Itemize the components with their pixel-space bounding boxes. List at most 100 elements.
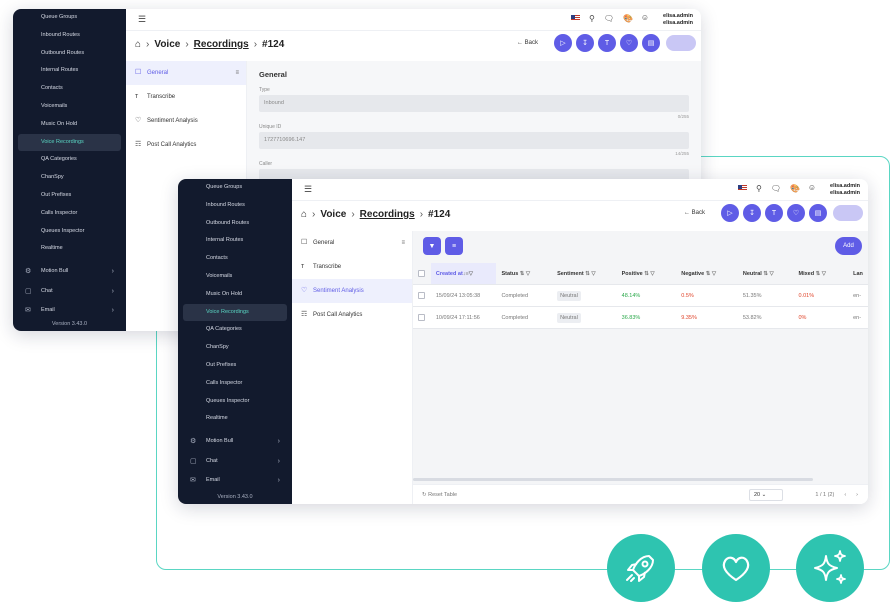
sidebar-item[interactable]: Queues Inspector xyxy=(13,223,126,241)
breadcrumb-section[interactable]: Voice xyxy=(154,39,180,50)
search-icon[interactable]: ⚲ xyxy=(589,14,595,23)
column-header[interactable]: Negative ⇅ ▽ xyxy=(676,271,738,277)
user-icon[interactable]: ☺ xyxy=(808,183,816,192)
sidebar-item[interactable]: Internal Routes xyxy=(13,62,126,80)
field-input[interactable]: 1727710696.147 xyxy=(259,132,689,149)
transcribe-icon[interactable]: T xyxy=(765,204,783,222)
back-button[interactable]: ← Back xyxy=(684,210,705,216)
column-header[interactable]: Status ⇅ ▽ xyxy=(496,271,552,277)
sidebar-item[interactable]: Voicemails xyxy=(178,268,292,286)
sidebar-item[interactable]: Voice Recordings xyxy=(18,133,121,152)
sidebar-item[interactable]: Calls Inspector xyxy=(178,375,292,393)
nav-item[interactable]: ☐ General ≡ xyxy=(126,61,246,85)
sort-icon[interactable]: ⇅ xyxy=(704,271,712,277)
sidebar-item[interactable]: QA Categories xyxy=(13,151,126,169)
table-row[interactable]: 15/09/24 13:05:38 Completed Neutral 48.14% 0… xyxy=(413,285,868,307)
sidebar-item[interactable]: Contacts xyxy=(178,250,292,268)
sidebar-item[interactable]: Calls Inspector xyxy=(13,205,126,223)
home-icon[interactable]: ⌂ xyxy=(135,39,141,50)
sidebar-item[interactable]: Outbound Routes xyxy=(178,215,292,233)
save-button[interactable] xyxy=(666,35,696,51)
field-input[interactable]: Inbound xyxy=(259,95,689,112)
sidebar-item[interactable]: Queues Inspector xyxy=(178,393,292,411)
sidebar-group[interactable]: ⚙ Motion Bull › xyxy=(178,432,292,452)
filter-icon[interactable]: ▽ xyxy=(469,271,473,277)
download-icon[interactable]: ↧ xyxy=(576,34,594,52)
chart-icon[interactable]: ▤ xyxy=(809,204,827,222)
add-button[interactable]: Add xyxy=(835,237,862,255)
column-header[interactable]: Positive ⇅ ▽ xyxy=(617,271,677,277)
sidebar-group[interactable]: ✉ Email › xyxy=(178,471,292,491)
per-page-select[interactable]: 20 ⌄ xyxy=(749,489,783,501)
sidebar-item[interactable]: Queue Groups xyxy=(13,9,126,27)
horizontal-scrollbar[interactable] xyxy=(413,478,813,481)
sidebar-item[interactable]: Out Prefixes xyxy=(13,187,126,205)
sidebar-item[interactable]: ChanSpy xyxy=(13,169,126,187)
breadcrumb-page[interactable]: Recordings xyxy=(360,209,415,220)
filter-icon[interactable]: ▽ xyxy=(769,271,773,277)
sidebar-item[interactable]: Internal Routes xyxy=(178,232,292,250)
sidebar-item[interactable]: Music On Hold xyxy=(13,116,126,134)
filter-icon[interactable]: ▽ xyxy=(712,271,716,277)
sidebar-item[interactable]: Contacts xyxy=(13,80,126,98)
nav-item[interactable]: ♡ Sentiment Analysis xyxy=(292,279,412,303)
filter-icon[interactable]: ▼ xyxy=(423,237,441,255)
palette-icon[interactable]: 🎨 xyxy=(790,184,800,193)
chat-icon[interactable]: 🗨 xyxy=(771,184,781,193)
nav-item[interactable]: ☐ General ≡ xyxy=(292,231,412,255)
play-icon[interactable]: ▷ xyxy=(721,204,739,222)
checkbox[interactable] xyxy=(418,314,426,321)
filter-icon[interactable]: ▽ xyxy=(650,271,654,277)
sidebar-item[interactable]: Inbound Routes xyxy=(13,27,126,45)
column-header[interactable]: Created at ↓≡ ▽ xyxy=(430,263,497,284)
user-icon[interactable]: ☺ xyxy=(641,13,649,22)
prev-page-icon[interactable]: ‹ xyxy=(844,492,846,498)
hamburger-icon[interactable]: ☰ xyxy=(138,14,146,25)
chat-icon[interactable]: 🗨 xyxy=(604,14,614,23)
filter-icon[interactable]: ▽ xyxy=(822,271,826,277)
heart-icon[interactable]: ♡ xyxy=(620,34,638,52)
checkbox[interactable] xyxy=(418,270,426,277)
nav-item[interactable]: ☶ Post Call Analytics xyxy=(126,133,246,157)
sidebar-item[interactable]: Queue Groups xyxy=(178,179,292,197)
flag-us-icon[interactable] xyxy=(738,185,748,191)
checkbox[interactable] xyxy=(418,292,426,299)
sidebar-item[interactable]: Out Prefixes xyxy=(178,357,292,375)
table-row[interactable]: 10/09/24 17:11:56 Completed Neutral 36.83% 9… xyxy=(413,307,868,329)
back-button[interactable]: ← Back xyxy=(517,40,538,46)
sort-icon[interactable]: ⇅ xyxy=(518,271,526,277)
nav-item[interactable]: ☶ Post Call Analytics xyxy=(292,303,412,327)
breadcrumb-page[interactable]: Recordings xyxy=(194,39,249,50)
reset-table-button[interactable]: ↻ Reset Table xyxy=(422,492,457,498)
save-button[interactable] xyxy=(833,205,863,221)
column-header[interactable]: Mixed ⇅ ▽ xyxy=(793,271,848,277)
sidebar-item[interactable]: Voice Recordings xyxy=(183,303,287,322)
nav-item[interactable]: ♡ Sentiment Analysis xyxy=(126,109,246,133)
sidebar-item[interactable]: Realtime xyxy=(13,240,126,258)
flag-us-icon[interactable] xyxy=(571,15,581,21)
sidebar-group[interactable]: ⚙ Motion Bull › xyxy=(13,262,126,282)
sidebar-group[interactable]: ▢ Chat › xyxy=(178,452,292,472)
column-header[interactable]: Neutral ⇅ ▽ xyxy=(738,271,794,277)
menu-icon[interactable]: ≡ xyxy=(235,61,239,85)
sidebar-group[interactable]: ✉ Email › xyxy=(13,301,126,321)
columns-icon[interactable]: ≡ xyxy=(445,237,463,255)
filter-icon[interactable]: ▽ xyxy=(526,271,530,277)
sort-icon[interactable]: ⇅ xyxy=(814,271,822,277)
download-icon[interactable]: ↧ xyxy=(743,204,761,222)
home-icon[interactable]: ⌂ xyxy=(301,209,307,220)
column-header[interactable]: Sentiment ⇅ ▽ xyxy=(552,271,617,277)
sidebar-group[interactable]: ▢ Chat › xyxy=(13,282,126,302)
chart-icon[interactable]: ▤ xyxy=(642,34,660,52)
filter-icon[interactable]: ▽ xyxy=(591,271,595,277)
sidebar-item[interactable]: Inbound Routes xyxy=(178,197,292,215)
sidebar-item[interactable]: Voicemails xyxy=(13,98,126,116)
next-page-icon[interactable]: › xyxy=(856,492,858,498)
sidebar-item[interactable]: Outbound Routes xyxy=(13,45,126,63)
search-icon[interactable]: ⚲ xyxy=(756,184,762,193)
breadcrumb-section[interactable]: Voice xyxy=(320,209,346,220)
hamburger-icon[interactable]: ☰ xyxy=(304,184,312,195)
menu-icon[interactable]: ≡ xyxy=(401,231,405,255)
sidebar-item[interactable]: Realtime xyxy=(178,410,292,428)
sidebar-item[interactable]: ChanSpy xyxy=(178,339,292,357)
